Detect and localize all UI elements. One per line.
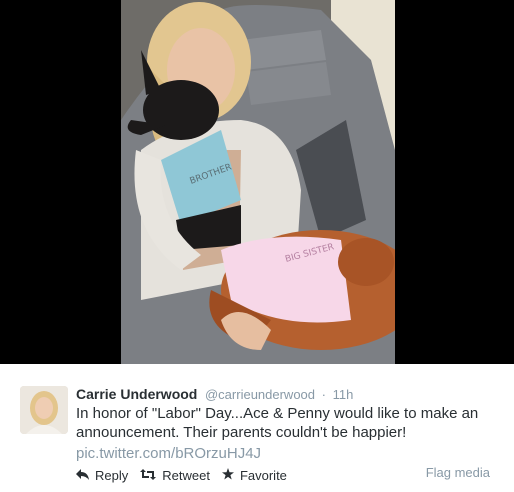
tweet-actions: Reply Retweet Favorite (76, 467, 299, 483)
tweet-text-line: In honor of "Labor" Day...Ace & Penny wo… (76, 405, 479, 422)
favorite-label: Favorite (239, 467, 287, 483)
author-handle[interactable]: @carrieunderwood (205, 387, 315, 402)
tweet-header: Carrie Underwood @carrieunderwood · 11h (76, 386, 353, 403)
tweet-text-line: announcement. Their parents couldn't be … (76, 424, 407, 441)
avatar-image (20, 386, 68, 434)
retweet-icon (140, 468, 157, 483)
retweet-label: Retweet (162, 467, 210, 483)
media-link[interactable]: pic.twitter.com/bROrzuHJ4J (76, 444, 261, 463)
tweet-photo[interactable]: BROTHER BIG SISTER (121, 0, 395, 364)
favorite-button[interactable]: Favorite (221, 467, 287, 483)
reply-arrow-icon (76, 468, 89, 483)
tweet-card: Carrie Underwood @carrieunderwood · 11h … (0, 364, 514, 492)
reply-label: Reply (95, 467, 129, 483)
media-viewer: BROTHER BIG SISTER (0, 0, 514, 364)
header-separator: · (321, 387, 326, 402)
star-icon (221, 467, 234, 483)
tweet-text: In honor of "Labor" Day...Ace & Penny wo… (76, 404, 496, 442)
reply-button[interactable]: Reply (76, 468, 128, 483)
tweet-timestamp[interactable]: 11h (333, 387, 354, 402)
retweet-button[interactable]: Retweet (140, 468, 210, 483)
flag-media-link[interactable]: Flag media (426, 465, 490, 480)
author-name[interactable]: Carrie Underwood (76, 386, 197, 402)
avatar[interactable] (20, 386, 68, 434)
photo-illustration: BROTHER BIG SISTER (121, 0, 395, 364)
